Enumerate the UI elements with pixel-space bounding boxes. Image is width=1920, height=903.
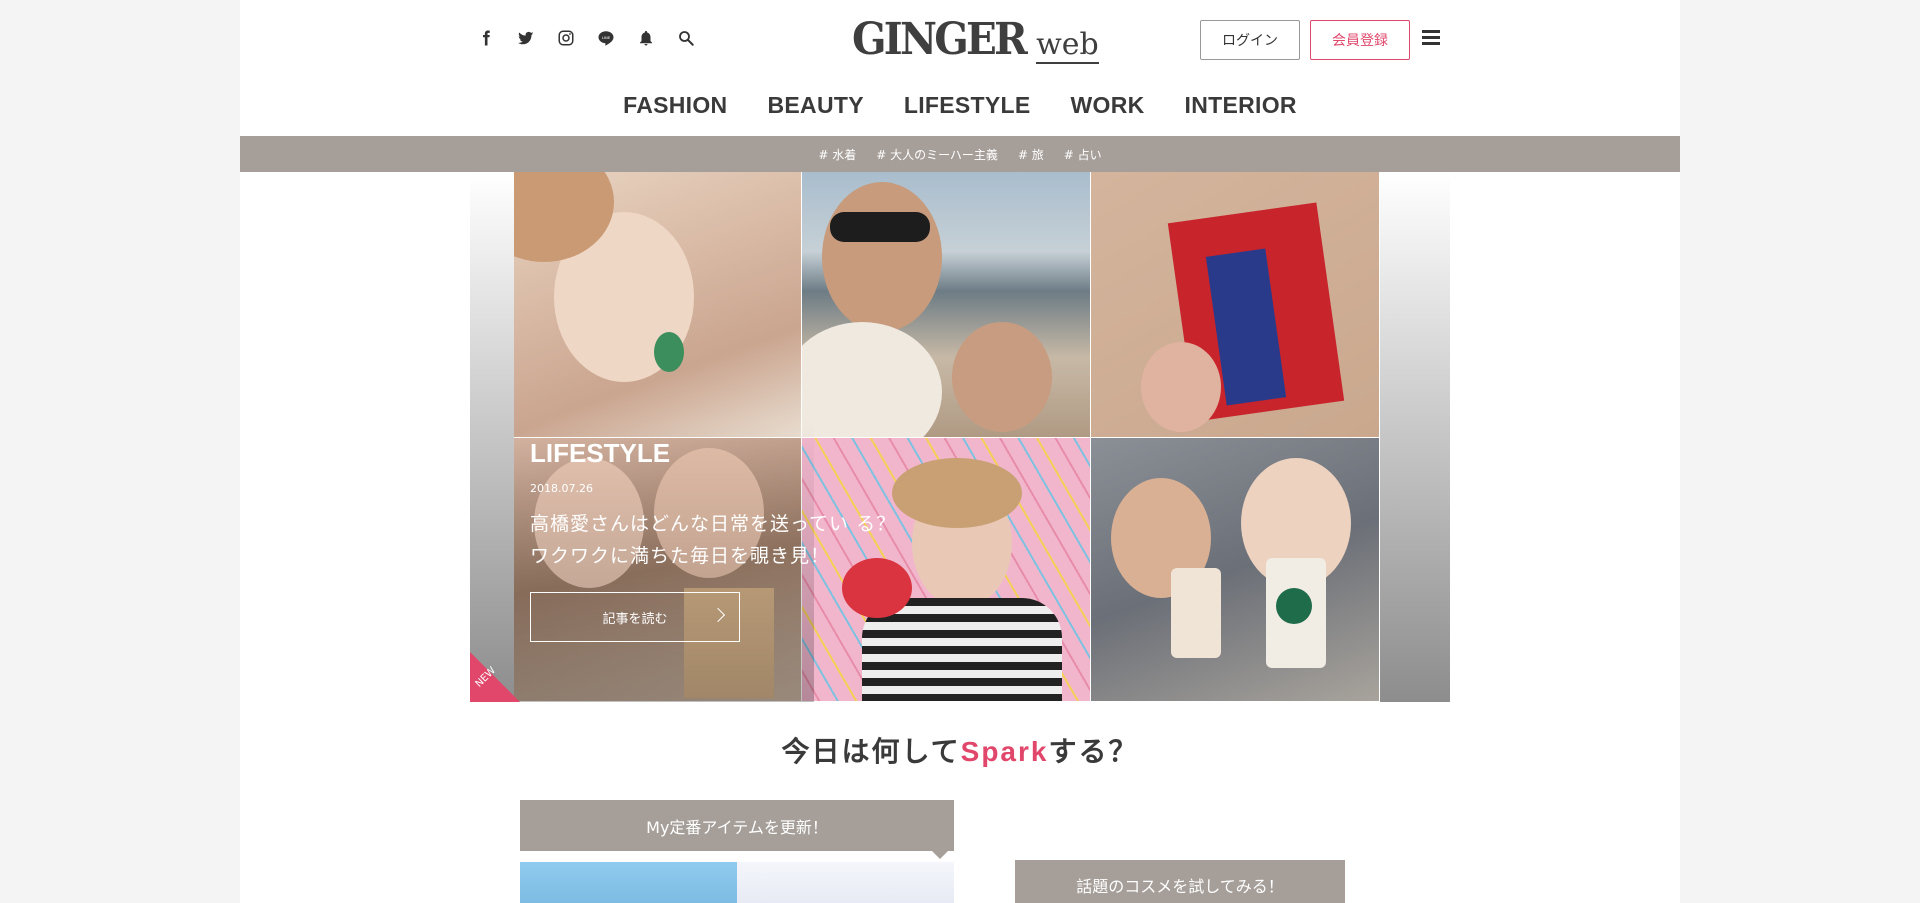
read-article-label: 記事を読む — [602, 611, 668, 627]
instagram-icon[interactable] — [556, 28, 576, 48]
site-header: LINE GINGER web ログイン 会員登録 FASHION BEAUTY… — [240, 0, 1680, 136]
card-image — [737, 862, 954, 903]
card-header-cosme[interactable]: 話題のコスメを試してみる！ — [1015, 860, 1345, 903]
nav-item-lifestyle[interactable]: LIFESTYLE — [904, 92, 1031, 119]
read-article-button[interactable]: 記事を読む — [530, 592, 740, 642]
hero-photo — [514, 172, 802, 438]
bell-icon[interactable] — [636, 28, 656, 48]
hero-photo — [1091, 172, 1380, 438]
spark-suffix: する？ — [1048, 735, 1139, 768]
register-button[interactable]: 会員登録 — [1310, 20, 1410, 60]
spark-heading: 今日は何してSparkする？ — [240, 730, 1680, 770]
svg-text:LINE: LINE — [602, 36, 611, 40]
line-icon[interactable]: LINE — [596, 28, 616, 48]
spark-accent: Spark — [960, 736, 1049, 767]
hero-feature[interactable]: LIFESTYLE 2018.07.26 高橋愛さんはどんな日常を送ってい る？… — [470, 172, 1450, 702]
tag-link[interactable]: # 大人のミーハー主義 — [876, 146, 998, 163]
hero-title[interactable]: 高橋愛さんはどんな日常を送ってい る？ ワクワクに満ちた毎日を覗き見！ — [530, 508, 910, 572]
card-image — [520, 862, 737, 903]
chevron-right-icon — [710, 607, 726, 623]
nav-item-work[interactable]: WORK — [1071, 92, 1145, 119]
tag-link[interactable]: # 旅 — [1018, 146, 1044, 163]
login-button[interactable]: ログイン — [1200, 20, 1300, 60]
hamburger-menu-icon[interactable] — [1422, 30, 1440, 46]
nav-item-fashion[interactable]: FASHION — [623, 92, 727, 119]
search-icon[interactable] — [676, 28, 696, 48]
tag-link[interactable]: # 占い — [1064, 146, 1102, 163]
hero-date: 2018.07.26 — [530, 482, 593, 495]
page: LINE GINGER web ログイン 会員登録 FASHION BEAUTY… — [240, 0, 1680, 903]
spark-prefix: 今日は何して — [781, 735, 961, 768]
logo-sub-text: web — [1036, 27, 1099, 64]
site-logo[interactable]: GINGER web — [852, 14, 1099, 64]
social-links: LINE — [476, 28, 696, 48]
nav-item-interior[interactable]: INTERIOR — [1185, 92, 1297, 119]
nav-item-beauty[interactable]: BEAUTY — [767, 92, 863, 119]
logo-main-text: GINGER — [852, 14, 1028, 65]
tag-link[interactable]: # 水着 — [818, 146, 856, 163]
facebook-icon[interactable] — [476, 28, 496, 48]
category-nav: FASHION BEAUTY LIFESTYLE WORK INTERIOR — [240, 92, 1680, 119]
hero-photo — [1091, 438, 1380, 702]
card-header-items[interactable]: My定番アイテムを更新！ — [520, 800, 954, 859]
twitter-icon[interactable] — [516, 28, 536, 48]
card-images-items[interactable] — [520, 862, 954, 903]
hero-category[interactable]: LIFESTYLE — [530, 438, 670, 469]
hero-photo — [802, 172, 1091, 438]
tag-bar: # 水着 # 大人のミーハー主義 # 旅 # 占い — [240, 136, 1680, 172]
